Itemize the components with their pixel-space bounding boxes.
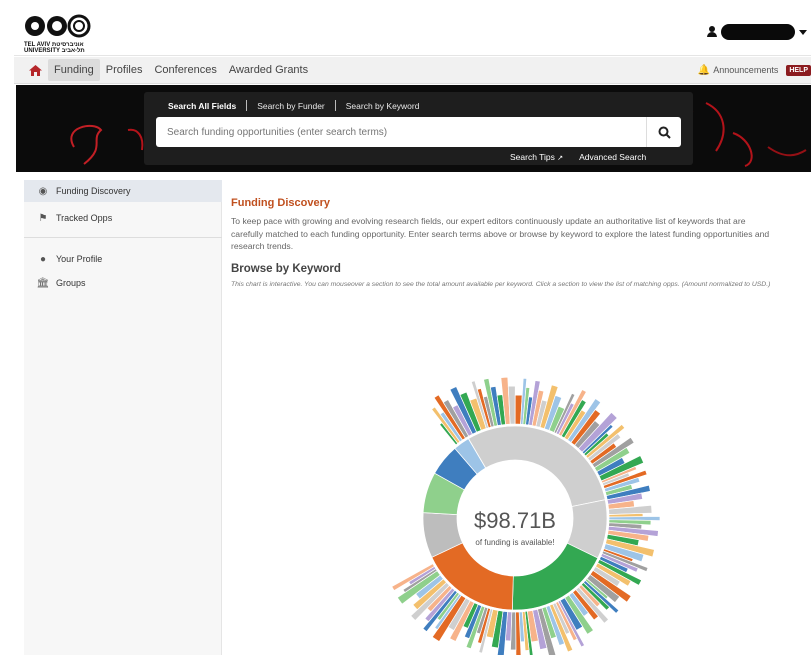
discovery-icon: ◉ — [38, 185, 48, 197]
user-name-redacted — [721, 24, 795, 40]
search-banner: Search All Fields Search by Funder Searc… — [16, 85, 811, 172]
search-button[interactable] — [646, 117, 681, 147]
logo-text: TEL AVIV אוניברסיטת UNIVERSITY תל-אביב — [24, 42, 85, 54]
sidebar-item-groups[interactable]: 🏛 Groups — [24, 272, 222, 294]
tab-search-by-keyword[interactable]: Search by Keyword — [346, 101, 420, 111]
search-tips-label: Search Tips — [510, 152, 555, 162]
search-tabs: Search All Fields Search by Funder Searc… — [168, 100, 419, 111]
search-links: Search Tips ↗ Advanced Search — [510, 152, 646, 162]
user-menu[interactable] — [707, 24, 807, 40]
search-icon — [658, 126, 671, 139]
page-description: To keep pace with growing and evolving r… — [231, 216, 770, 251]
sunburst-svg[interactable] — [355, 358, 675, 655]
chevron-down-icon — [799, 29, 807, 35]
keyword-sunburst-chart[interactable]: $98.71B of funding is available! — [355, 358, 675, 655]
user-icon: ● — [39, 253, 47, 265]
sidebar-item-label: Tracked Opps — [56, 213, 113, 223]
external-link-icon: ↗ — [557, 155, 564, 162]
sidebar-item-tracked-opps[interactable]: ⚑ Tracked Opps — [24, 207, 222, 229]
logo-rings-icon — [25, 14, 91, 38]
tab-separator — [246, 100, 248, 111]
institution-icon: 🏛 — [36, 277, 50, 289]
user-icon — [707, 26, 717, 38]
browse-description: This chart is interactive. You can mouse… — [231, 280, 771, 288]
search-tips-link[interactable]: Search Tips ↗ — [510, 152, 563, 162]
sidebar-item-label: Groups — [56, 278, 86, 288]
page-title: Funding Discovery — [231, 197, 331, 209]
browse-title: Browse by Keyword — [231, 262, 341, 275]
top-header: TEL AVIV אוניברסיטת UNIVERSITY תל-אביב — [14, 12, 811, 56]
total-funding-subtitle: of funding is available! — [475, 538, 555, 547]
main-content: Funding Discovery To keep pace with grow… — [231, 197, 806, 289]
advanced-search-link[interactable]: Advanced Search — [579, 152, 646, 162]
nav-funding[interactable]: Funding — [48, 59, 100, 81]
sidebar-item-label: Funding Discovery — [56, 186, 131, 196]
search-input[interactable] — [156, 117, 646, 147]
tab-separator — [334, 100, 336, 111]
nav-profiles[interactable]: Profiles — [100, 59, 149, 81]
sidebar-item-your-profile[interactable]: ● Your Profile — [24, 248, 222, 270]
announcements-link[interactable]: 🔔 Announcements — [698, 65, 779, 76]
home-icon[interactable] — [22, 57, 48, 83]
flag-icon: ⚑ — [38, 212, 48, 224]
sidebar-item-funding-discovery[interactable]: ◉ Funding Discovery — [24, 180, 222, 202]
sidebar-item-label: Your Profile — [56, 254, 103, 264]
sidebar-divider — [24, 237, 222, 238]
nav-conferences[interactable]: Conferences — [148, 59, 222, 81]
sidebar: ◉ Funding Discovery ⚑ Tracked Opps ● You… — [24, 180, 222, 655]
tab-search-by-funder[interactable]: Search by Funder — [257, 101, 325, 111]
tab-search-all-fields[interactable]: Search All Fields — [168, 101, 236, 111]
university-logo[interactable]: TEL AVIV אוניברסיטת UNIVERSITY תל-אביב — [24, 14, 114, 54]
announcements-label: Announcements — [713, 65, 779, 75]
help-button[interactable]: HELP — [786, 64, 811, 76]
search-panel: Search All Fields Search by Funder Searc… — [144, 92, 693, 165]
main-nav: Funding Profiles Conferences Awarded Gra… — [14, 57, 811, 84]
nav-awarded-grants[interactable]: Awarded Grants — [223, 59, 314, 81]
bell-icon: 🔔 — [697, 64, 711, 76]
total-funding-amount: $98.71B — [474, 508, 556, 533]
